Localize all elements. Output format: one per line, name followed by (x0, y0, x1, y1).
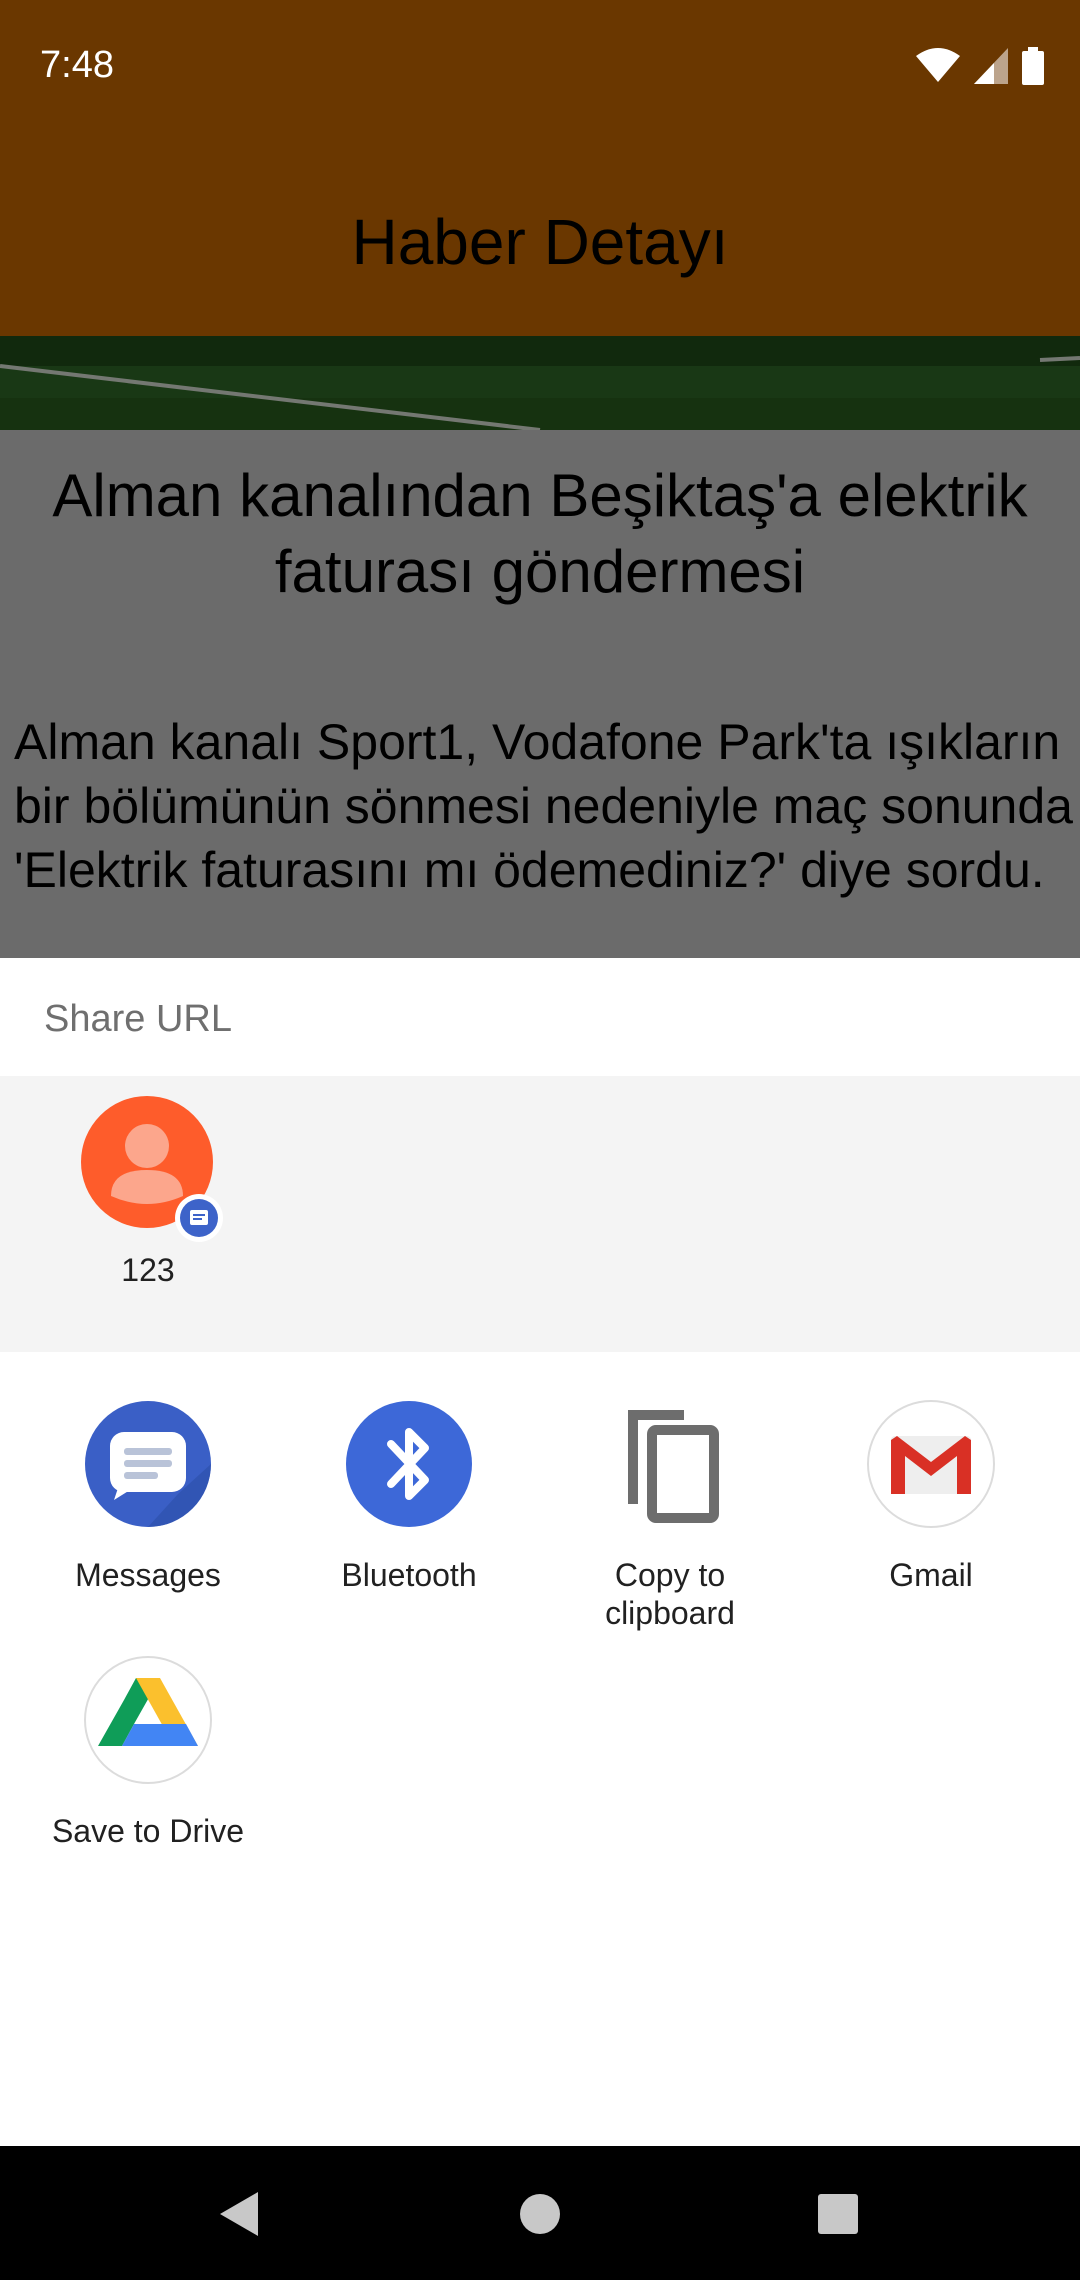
contact-name: 123 (121, 1252, 175, 1288)
share-target-label-line2: clipboard (605, 1595, 735, 1631)
nav-recents-button[interactable] (771, 2146, 905, 2280)
messages-icon (84, 1400, 212, 1528)
share-target-label: Save to Drive (51, 1813, 245, 1849)
share-target-drive[interactable]: Save to Drive (33, 1656, 263, 1876)
nav-back-button[interactable] (172, 2146, 306, 2280)
share-target-copy[interactable]: Copy to clipboard (555, 1400, 785, 1631)
home-icon (520, 2194, 560, 2234)
wifi-icon (916, 48, 960, 82)
share-target-label: Messages (75, 1557, 221, 1593)
share-target-label: Copy to clipboard (555, 1556, 785, 1632)
dim-scrim[interactable] (0, 0, 1080, 960)
copy-icon (606, 1400, 734, 1528)
cell-signal-icon (974, 48, 1008, 84)
share-target-messages[interactable]: Messages (33, 1400, 263, 1620)
system-navigation-bar (0, 2146, 1080, 2280)
share-target-label: Bluetooth (341, 1557, 477, 1593)
bluetooth-icon (345, 1400, 473, 1528)
share-sheet-title: Share URL (44, 998, 232, 1040)
share-target-bluetooth[interactable]: Bluetooth (294, 1400, 524, 1620)
back-icon (220, 2192, 258, 2236)
share-target-label: Gmail (889, 1557, 973, 1593)
share-target-gmail[interactable]: Gmail (816, 1400, 1046, 1620)
gmail-icon (867, 1400, 995, 1528)
status-time: 7:48 (40, 44, 114, 86)
messages-badge-icon (175, 1194, 223, 1242)
share-sheet: Share URL 123 Messages Bluetooth Copy to… (0, 958, 1080, 2146)
direct-share-row: 123 (0, 1076, 1080, 1352)
status-bar: 7:48 (0, 0, 1080, 136)
news-detail-screen: Haber Detayı Alman kanalından Beşiktaş'a… (0, 0, 1080, 960)
status-icons (916, 46, 1044, 86)
recents-icon (818, 2194, 858, 2234)
drive-icon (84, 1656, 212, 1784)
nav-home-button[interactable] (473, 2146, 607, 2280)
battery-icon (1022, 47, 1044, 85)
share-target-label-line1: Copy to (614, 1557, 726, 1593)
direct-share-contact[interactable]: 123 (56, 1096, 240, 1296)
